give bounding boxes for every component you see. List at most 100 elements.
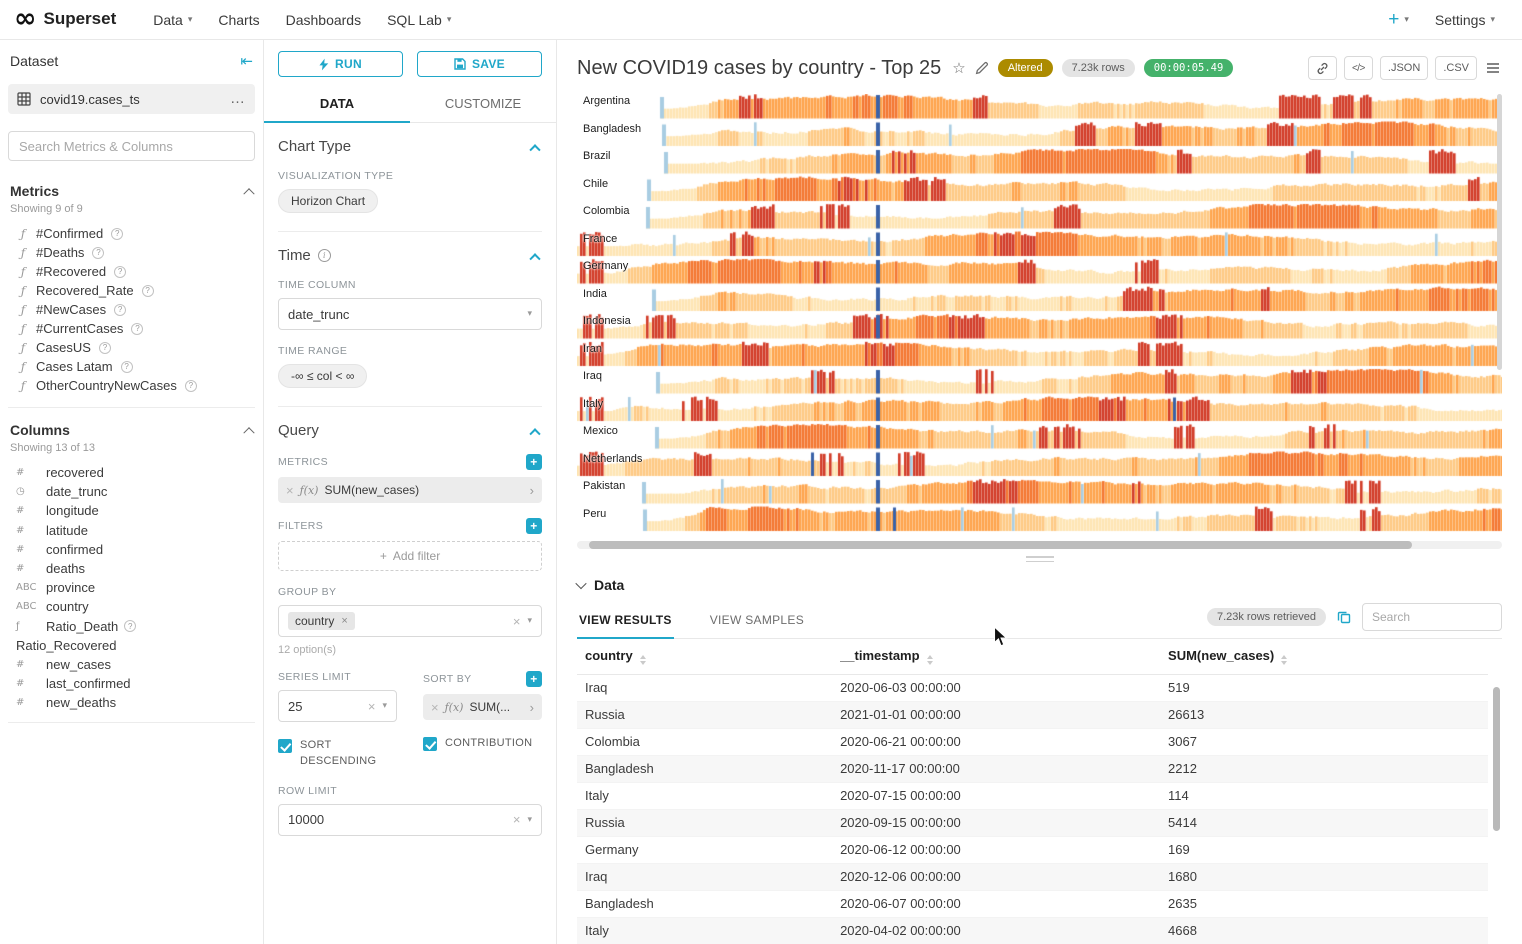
chevron-up-icon[interactable] [243, 427, 254, 438]
chevron-up-icon[interactable] [243, 188, 254, 199]
chart-vertical-scrollbar[interactable] [1497, 94, 1502, 370]
chevron-right-icon[interactable]: › [530, 483, 534, 498]
help-icon[interactable]: ? [124, 620, 136, 632]
save-button[interactable]: SAVE [417, 51, 542, 77]
altered-badge[interactable]: Altered [998, 59, 1053, 77]
chart-menu-button[interactable] [1484, 60, 1502, 76]
nav-menu-item[interactable]: Charts [205, 0, 272, 40]
export-csv-button[interactable]: .CSV [1435, 56, 1477, 80]
column-list-item[interactable]: # last_confirmed [8, 674, 255, 693]
nav-menu-item[interactable]: Dashboards [273, 0, 375, 40]
column-list-item[interactable]: # recovered [8, 463, 255, 482]
sort-icon[interactable] [1281, 655, 1287, 665]
group-by-tag[interactable]: country × [288, 612, 355, 630]
column-list-item[interactable]: ABC country [8, 597, 255, 616]
table-row[interactable]: Russia 2021-01-01 00:00:00 26613 [577, 701, 1488, 728]
contribution-checkbox[interactable]: CONTRIBUTION [423, 736, 542, 752]
table-row[interactable]: Italy 2020-04-02 00:00:00 4668 [577, 917, 1488, 944]
chevron-up-icon[interactable] [529, 253, 540, 264]
superset-logo[interactable]: ∞ Superset [14, 7, 116, 31]
metric-list-item[interactable]: ƒ #Deaths ? [8, 243, 255, 262]
sort-by-pill[interactable]: × ƒ(x) SUM(... › [423, 694, 542, 720]
embed-code-button[interactable]: </> [1344, 56, 1373, 80]
help-icon[interactable]: ? [92, 247, 104, 259]
metric-list-item[interactable]: ƒ #Recovered ? [8, 262, 255, 281]
table-vertical-scrollbar[interactable] [1493, 687, 1500, 831]
results-column-header[interactable]: __timestamp [832, 639, 1160, 674]
favorite-star-icon[interactable]: ☆ [952, 61, 965, 76]
metric-list-item[interactable]: ƒ #CurrentCases ? [8, 319, 255, 338]
help-icon[interactable]: ? [114, 266, 126, 278]
clear-select-icon[interactable]: × [513, 813, 521, 826]
table-row[interactable]: Bangladesh 2020-06-07 00:00:00 2635 [577, 890, 1488, 917]
metric-list-item[interactable]: ƒ CasesUS ? [8, 338, 255, 357]
table-row[interactable]: Iraq 2020-12-06 00:00:00 1680 [577, 863, 1488, 890]
dataset-selector[interactable]: covid19.cases_ts … [8, 84, 255, 114]
clear-select-icon[interactable]: × [368, 700, 376, 713]
row-limit-select[interactable]: 10000 × ▾ [278, 804, 542, 836]
help-icon[interactable]: ? [142, 285, 154, 297]
metric-pill[interactable]: × ƒ(x) SUM(new_cases) › [278, 477, 542, 503]
remove-sort-icon[interactable]: × [431, 701, 439, 714]
help-icon[interactable]: ? [131, 323, 143, 335]
edit-title-icon[interactable] [975, 61, 989, 75]
chevron-right-icon[interactable]: › [530, 700, 534, 715]
chart-title[interactable]: New COVID19 cases by country - Top 25 [577, 57, 941, 80]
remove-metric-icon[interactable]: × [286, 484, 294, 497]
viz-type-pill[interactable]: Horizon Chart [278, 189, 378, 213]
chevron-up-icon[interactable] [529, 144, 540, 155]
column-list-item[interactable]: ƒ Ratio_Death ? [8, 617, 255, 636]
sort-icon[interactable] [640, 655, 646, 665]
nav-menu-item[interactable]: SQL Lab ▾ [374, 0, 464, 40]
time-range-pill[interactable]: -∞ ≤ col < ∞ [278, 364, 367, 388]
results-column-header[interactable]: country [577, 639, 832, 674]
column-list-item[interactable]: # longitude [8, 501, 255, 520]
metrics-columns-search-input[interactable] [8, 131, 255, 161]
sort-icon[interactable] [927, 655, 933, 665]
table-row[interactable]: Italy 2020-07-15 00:00:00 114 [577, 782, 1488, 809]
table-row[interactable]: Colombia 2020-06-21 00:00:00 3067 [577, 728, 1488, 755]
metric-list-item[interactable]: ƒ Cases Latam ? [8, 357, 255, 376]
table-row[interactable]: Russia 2020-09-15 00:00:00 5414 [577, 809, 1488, 836]
metric-list-item[interactable]: ƒ OtherCountryNewCases ? [8, 376, 255, 395]
column-list-item[interactable]: # new_cases [8, 655, 255, 674]
table-row[interactable]: Germany 2020-06-12 00:00:00 169 [577, 836, 1488, 863]
add-metric-button[interactable]: + [526, 454, 542, 470]
help-icon[interactable]: ? [111, 228, 123, 240]
export-json-button[interactable]: .JSON [1380, 56, 1428, 80]
copy-to-clipboard-button[interactable] [1337, 610, 1351, 624]
help-icon[interactable]: ? [121, 361, 133, 373]
horizon-chart-canvas[interactable] [577, 94, 1502, 534]
chevron-down-icon[interactable] [575, 578, 586, 589]
results-column-header[interactable]: SUM(new_cases) [1160, 639, 1488, 674]
column-list-item[interactable]: # new_deaths [8, 693, 255, 712]
table-row[interactable]: Bangladesh 2020-11-17 00:00:00 2212 [577, 755, 1488, 782]
chart-horizontal-scrollbar-thumb[interactable] [589, 541, 1412, 549]
tab-view-results[interactable]: VIEW RESULTS [577, 604, 674, 638]
collapse-panel-icon[interactable]: ⇤ [240, 52, 253, 70]
add-filter-button[interactable]: + Add filter [278, 541, 542, 571]
clear-select-icon[interactable]: × [513, 615, 521, 628]
nav-menu-item[interactable]: Data ▾ [140, 0, 205, 40]
tab-view-samples[interactable]: VIEW SAMPLES [708, 604, 806, 638]
column-list-item[interactable]: # latitude [8, 521, 255, 540]
column-list-item[interactable]: # deaths [8, 559, 255, 578]
settings-menu[interactable]: Settings ▾ [1422, 0, 1508, 40]
metric-list-item[interactable]: ƒ Recovered_Rate ? [8, 281, 255, 300]
sort-descending-checkbox[interactable]: SORT DESCENDING [278, 738, 397, 770]
metric-list-item[interactable]: ƒ #NewCases ? [8, 300, 255, 319]
help-icon[interactable]: ? [99, 342, 111, 354]
help-icon[interactable]: ? [114, 304, 126, 316]
chevron-up-icon[interactable] [529, 428, 540, 439]
series-limit-select[interactable]: 25 × ▾ [278, 690, 397, 722]
tab-customize[interactable]: CUSTOMIZE [410, 86, 556, 122]
tab-data[interactable]: DATA [264, 86, 410, 122]
share-link-button[interactable] [1308, 56, 1337, 80]
metric-list-item[interactable]: ƒ #Confirmed ? [8, 224, 255, 243]
column-list-item[interactable]: Ratio_Recovered [8, 636, 255, 655]
group-by-select[interactable]: country × × ▾ [278, 605, 542, 637]
results-search-input[interactable] [1362, 603, 1502, 631]
new-item-button[interactable]: + ▾ [1375, 0, 1422, 40]
panel-resize-handle[interactable] [557, 549, 1522, 569]
table-row[interactable]: Iraq 2020-06-03 00:00:00 519 [577, 674, 1488, 701]
